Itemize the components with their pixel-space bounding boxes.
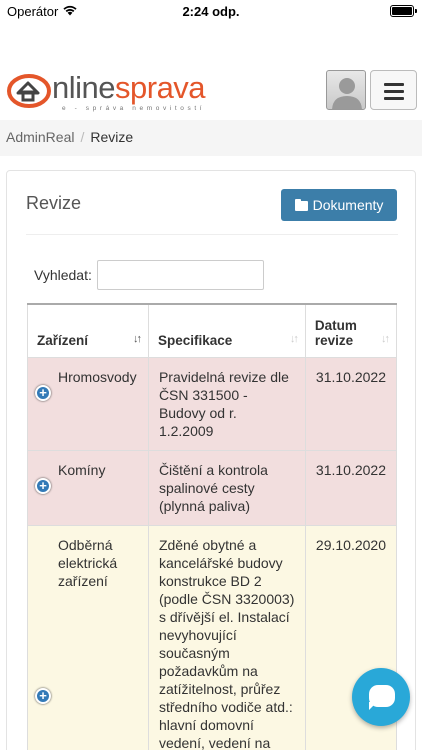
table-row[interactable]: + Komíny Čištění a kontrola spalinové ce… [27, 449, 398, 526]
cell-datum: 31.10.2022 [304, 356, 398, 451]
menu-bar-icon [384, 97, 404, 100]
revize-card: Revize Dokumenty Vyhledat: Zařízení ↓↑ S… [6, 170, 416, 750]
column-header-datum[interactable]: Datum revize ↓↑ [304, 303, 398, 358]
breadcrumb-link-adminreal[interactable]: AdminReal [6, 129, 74, 145]
cell-zarizeni: + Komíny [27, 449, 149, 526]
expand-row-icon[interactable]: + [35, 477, 51, 494]
column-header-zarizeni[interactable]: Zařízení ↓↑ [27, 303, 149, 358]
app-header: nlinesprava e - správa nemovitostí [0, 62, 422, 118]
status-bar: Operátor 2:24 odp. [0, 0, 422, 24]
clock: 2:24 odp. [182, 4, 240, 19]
logo-tagline: e - správa nemovitostí [62, 105, 206, 112]
page-title: Revize [26, 193, 82, 213]
cell-zarizeni: + Odběrná elektrická zařízení [27, 524, 149, 750]
column-header-label: Zařízení [37, 332, 89, 348]
logo-text: nlinesprava [52, 70, 206, 105]
cell-datum: 31.10.2022 [304, 449, 398, 526]
table-row[interactable]: + Odběrná elektrická zařízení Zděné obyt… [27, 524, 398, 750]
breadcrumb: AdminReal / Revize [0, 120, 422, 156]
expand-row-icon[interactable]: + [35, 384, 51, 401]
column-header-label: Datum revize [314, 317, 357, 348]
cell-specifikace: Pravidelná revize dle ČSN 331500 - Budov… [147, 356, 306, 451]
revize-table: Zařízení ↓↑ Specifikace ↓↑ Datum revize … [27, 303, 398, 750]
divider [26, 234, 398, 235]
table-row[interactable]: + Hromosvody Pravidelná revize dle ČSN 3… [27, 356, 398, 451]
column-header-specifikace[interactable]: Specifikace ↓↑ [147, 303, 306, 358]
expand-row-icon[interactable]: + [35, 687, 51, 704]
folder-open-icon [294, 199, 308, 211]
column-header-label: Specifikace [157, 332, 233, 348]
documents-button-label: Dokumenty [312, 197, 384, 213]
cell-specifikace: Čištění a kontrola spalinové cesty (plyn… [147, 449, 306, 526]
search-input[interactable] [97, 260, 264, 290]
hamburger-menu-button[interactable] [370, 70, 417, 110]
sort-icon: ↓↑ [381, 332, 390, 345]
breadcrumb-separator: / [80, 129, 85, 145]
sort-ascending-icon: ↓↑ [132, 332, 142, 345]
logo-mark-icon [7, 74, 51, 108]
breadcrumb-current: Revize [90, 129, 134, 145]
cell-zarizeni: + Hromosvody [27, 356, 149, 451]
chat-widget-button[interactable] [352, 668, 410, 726]
user-avatar[interactable] [326, 70, 366, 110]
documents-button[interactable]: Dokumenty [281, 189, 397, 221]
menu-bar-icon [384, 90, 404, 93]
user-silhouette-icon [332, 78, 362, 109]
menu-bar-icon [384, 83, 404, 86]
sort-icon: ↓↑ [289, 332, 299, 345]
cell-specifikace: Zděné obytné a kancelářské budovy konstr… [147, 524, 306, 750]
onlinesprava-logo[interactable]: nlinesprava e - správa nemovitostí [6, 70, 246, 112]
battery-icon [390, 5, 417, 17]
search-label: Vyhledat: [34, 267, 92, 283]
